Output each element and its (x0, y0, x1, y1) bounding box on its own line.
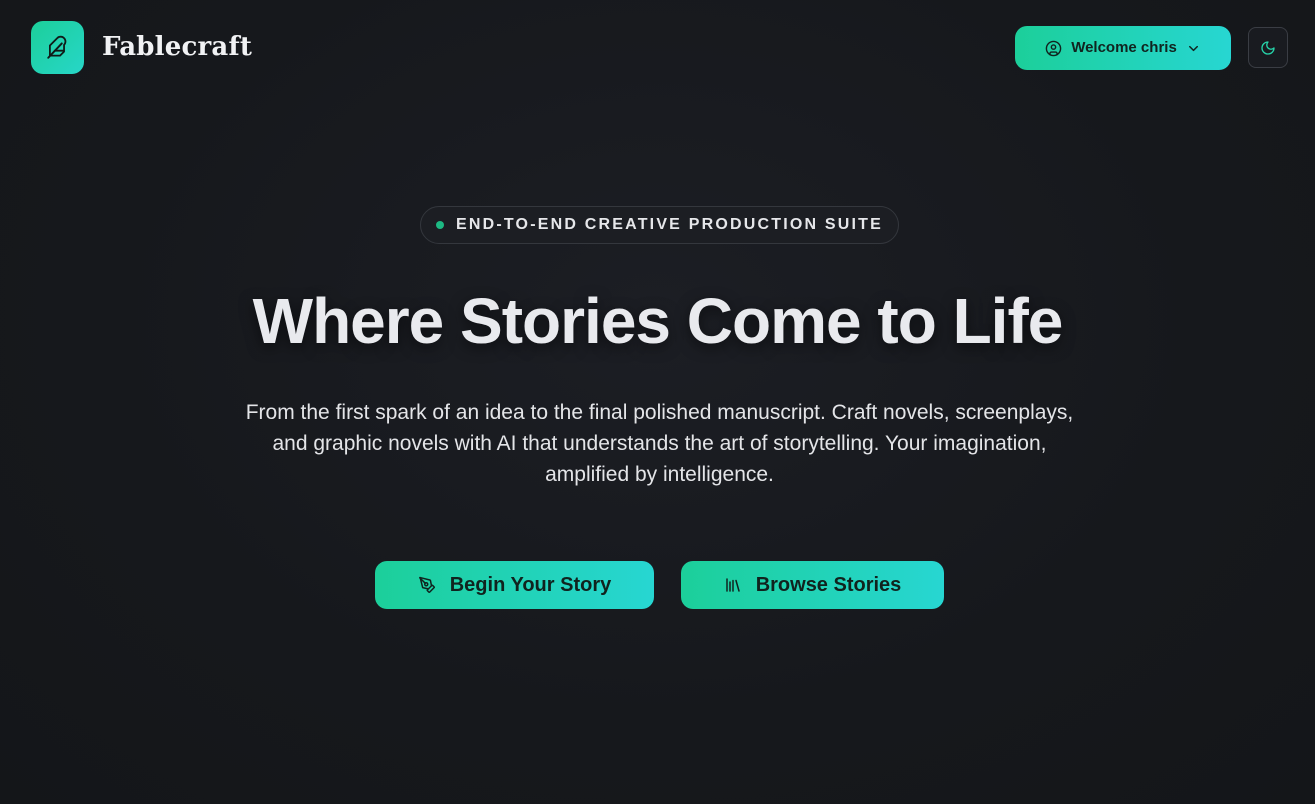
chevron-down-icon (1188, 45, 1198, 51)
user-circle-icon (1045, 40, 1062, 56)
moon-icon (1261, 40, 1275, 55)
brand-name[interactable]: Fablecraft (102, 28, 252, 66)
begin-story-button[interactable]: Begin Your Story (375, 561, 654, 609)
status-dot (435, 221, 444, 229)
library-icon (725, 578, 740, 592)
top-header: Fablecraft Welcome chris (0, 0, 1315, 96)
hero-badge-text: END-TO-END CREATIVE PRODUCTION SUITE (455, 216, 884, 233)
theme-toggle-button[interactable] (1248, 27, 1288, 68)
pen-tool-icon (418, 576, 435, 593)
begin-story-label: Begin Your Story (449, 573, 612, 596)
hero-title: Where Stories Come to Life (252, 285, 1064, 357)
browse-stories-label: Browse Stories (755, 573, 902, 596)
logo[interactable] (31, 21, 84, 74)
hero-subtitle: From the first spark of an idea to the f… (245, 401, 1074, 486)
feather-icon (46, 35, 66, 59)
hero-badge: END-TO-END CREATIVE PRODUCTION SUITE (420, 206, 899, 244)
user-menu-label: Welcome chris (1071, 39, 1177, 56)
user-menu-button[interactable]: Welcome chris (1015, 26, 1231, 70)
browse-stories-button[interactable]: Browse Stories (681, 561, 944, 609)
